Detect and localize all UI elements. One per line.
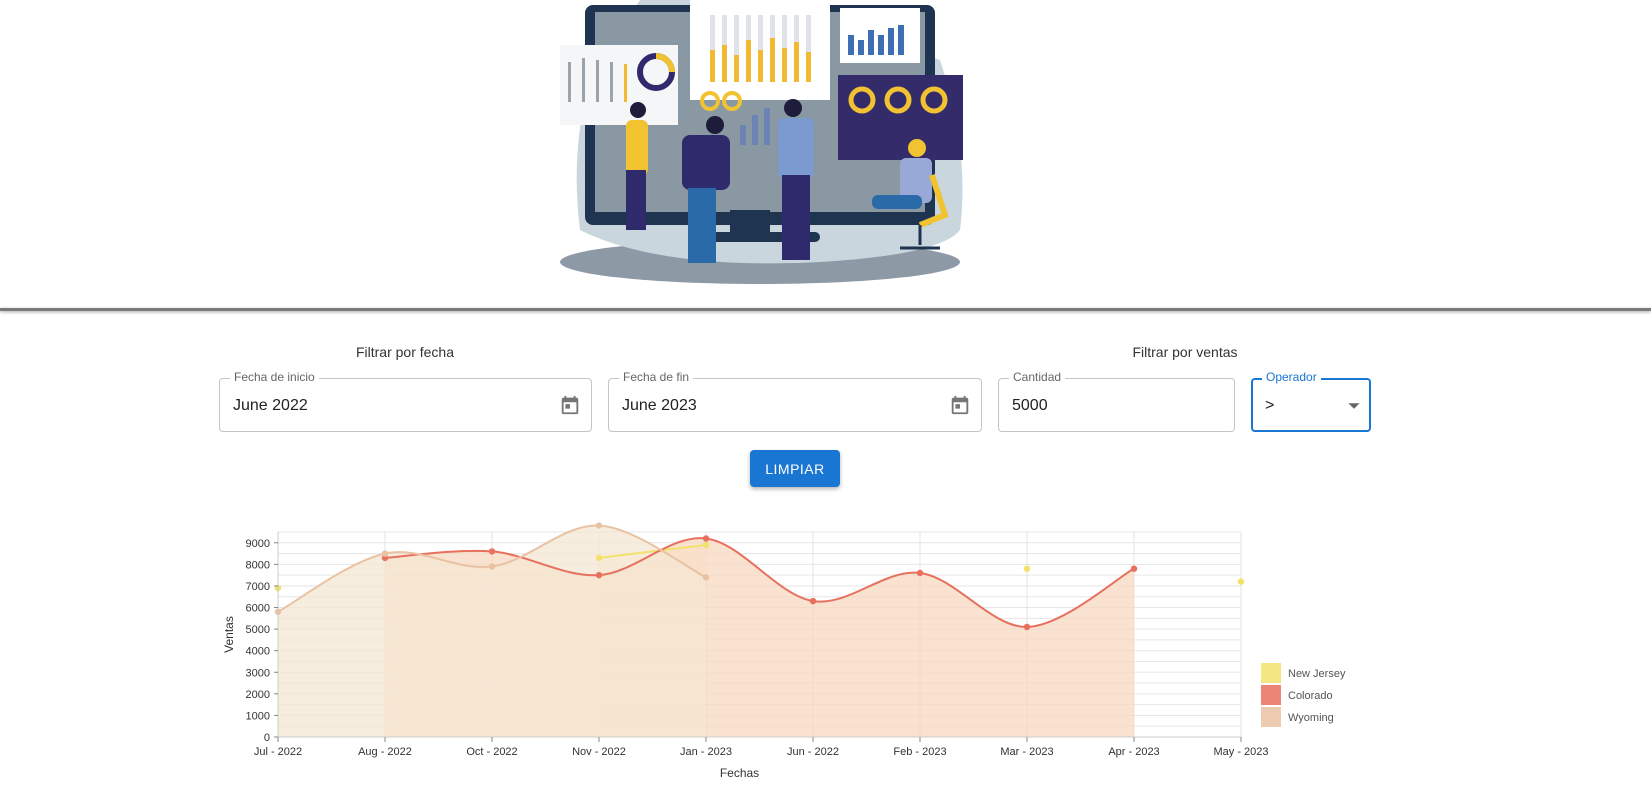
y-tick-label: 8000 [246, 559, 270, 571]
x-tick-label: Apr - 2023 [1108, 746, 1159, 758]
y-tick-label: 6000 [246, 603, 270, 615]
clear-button[interactable]: LIMPIAR [750, 450, 840, 487]
point-colorado [702, 535, 710, 542]
y-tick-label: 9000 [246, 538, 270, 550]
start-date-field[interactable]: Fecha de inicio June 2022 [219, 370, 592, 432]
x-tick-label: Aug - 2022 [358, 746, 412, 758]
end-date-value: June 2023 [622, 397, 697, 414]
point-colorado [916, 569, 924, 577]
legend-swatch-wyoming [1261, 707, 1281, 727]
date-filter-title: Filtrar por fecha [355, 344, 455, 360]
sales-chart: 0 1000 2000 3000 4000 5000 6000 7000 8000 9000 Jul… [222, 522, 1346, 780]
point-wyoming [595, 522, 603, 529]
legend-swatch-new-jersey [1261, 663, 1281, 683]
y-tick-label: 1000 [246, 710, 270, 722]
start-date-label: Fecha de inicio [230, 370, 319, 384]
quantity-value: 5000 [1012, 397, 1048, 414]
quantity-label: Cantidad [1009, 370, 1066, 384]
y-tick-label: 7000 [246, 581, 270, 593]
x-axis-title: Fechas [720, 766, 759, 780]
x-tick-label: Nov - 2022 [572, 746, 626, 758]
y-tick-label: 4000 [246, 646, 270, 658]
calendar-icon[interactable] [559, 394, 581, 416]
y-tick-label: 5000 [246, 624, 270, 636]
point-colorado [488, 548, 496, 555]
point-new-jersey [1023, 565, 1031, 572]
legend-swatch-colorado [1261, 685, 1281, 705]
y-tick-label: 2000 [246, 689, 270, 701]
operator-select[interactable]: Operador > [1251, 370, 1371, 432]
sales-filter-title: Filtrar por ventas [1132, 344, 1238, 360]
point-new-jersey [702, 541, 710, 549]
point-wyoming [488, 563, 496, 570]
x-tick-label: Jan - 2023 [680, 746, 732, 758]
legend-label-new-jersey: New Jersey [1288, 668, 1346, 680]
point-new-jersey [1237, 578, 1245, 585]
x-tick-label: Jul - 2022 [254, 746, 302, 758]
y-tick-label: 3000 [246, 667, 270, 679]
x-tick-label: Feb - 2023 [893, 746, 946, 758]
point-wyoming [381, 550, 389, 557]
point-colorado [595, 571, 603, 579]
point-colorado [809, 597, 817, 605]
chevron-down-icon[interactable] [1347, 399, 1361, 413]
point-wyoming [702, 574, 710, 581]
end-date-field[interactable]: Fecha de fin June 2023 [608, 370, 982, 432]
point-new-jersey [595, 554, 603, 562]
hero-banner [0, 0, 1651, 311]
end-date-label: Fecha de fin [619, 370, 694, 384]
point-colorado [1023, 623, 1031, 631]
quantity-input[interactable]: Cantidad 5000 [998, 370, 1235, 432]
legend-label-wyoming: Wyoming [1288, 712, 1334, 724]
start-date-value: June 2022 [233, 397, 308, 414]
x-tick-label: Mar - 2023 [1000, 746, 1053, 758]
analytics-team-illustration [560, 0, 963, 284]
operator-label: Operador [1262, 370, 1321, 384]
section-divider [0, 308, 1651, 311]
x-tick-label: Oct - 2022 [466, 746, 517, 758]
point-colorado [1130, 565, 1138, 572]
legend-label-colorado: Colorado [1288, 690, 1333, 702]
operator-value: > [1265, 397, 1275, 414]
x-tick-label: May - 2023 [1213, 746, 1268, 758]
calendar-icon[interactable] [949, 394, 971, 416]
x-tick-label: Jun - 2022 [787, 746, 839, 758]
y-axis-title: Ventas [222, 616, 236, 653]
y-tick-label: 0 [264, 732, 270, 744]
